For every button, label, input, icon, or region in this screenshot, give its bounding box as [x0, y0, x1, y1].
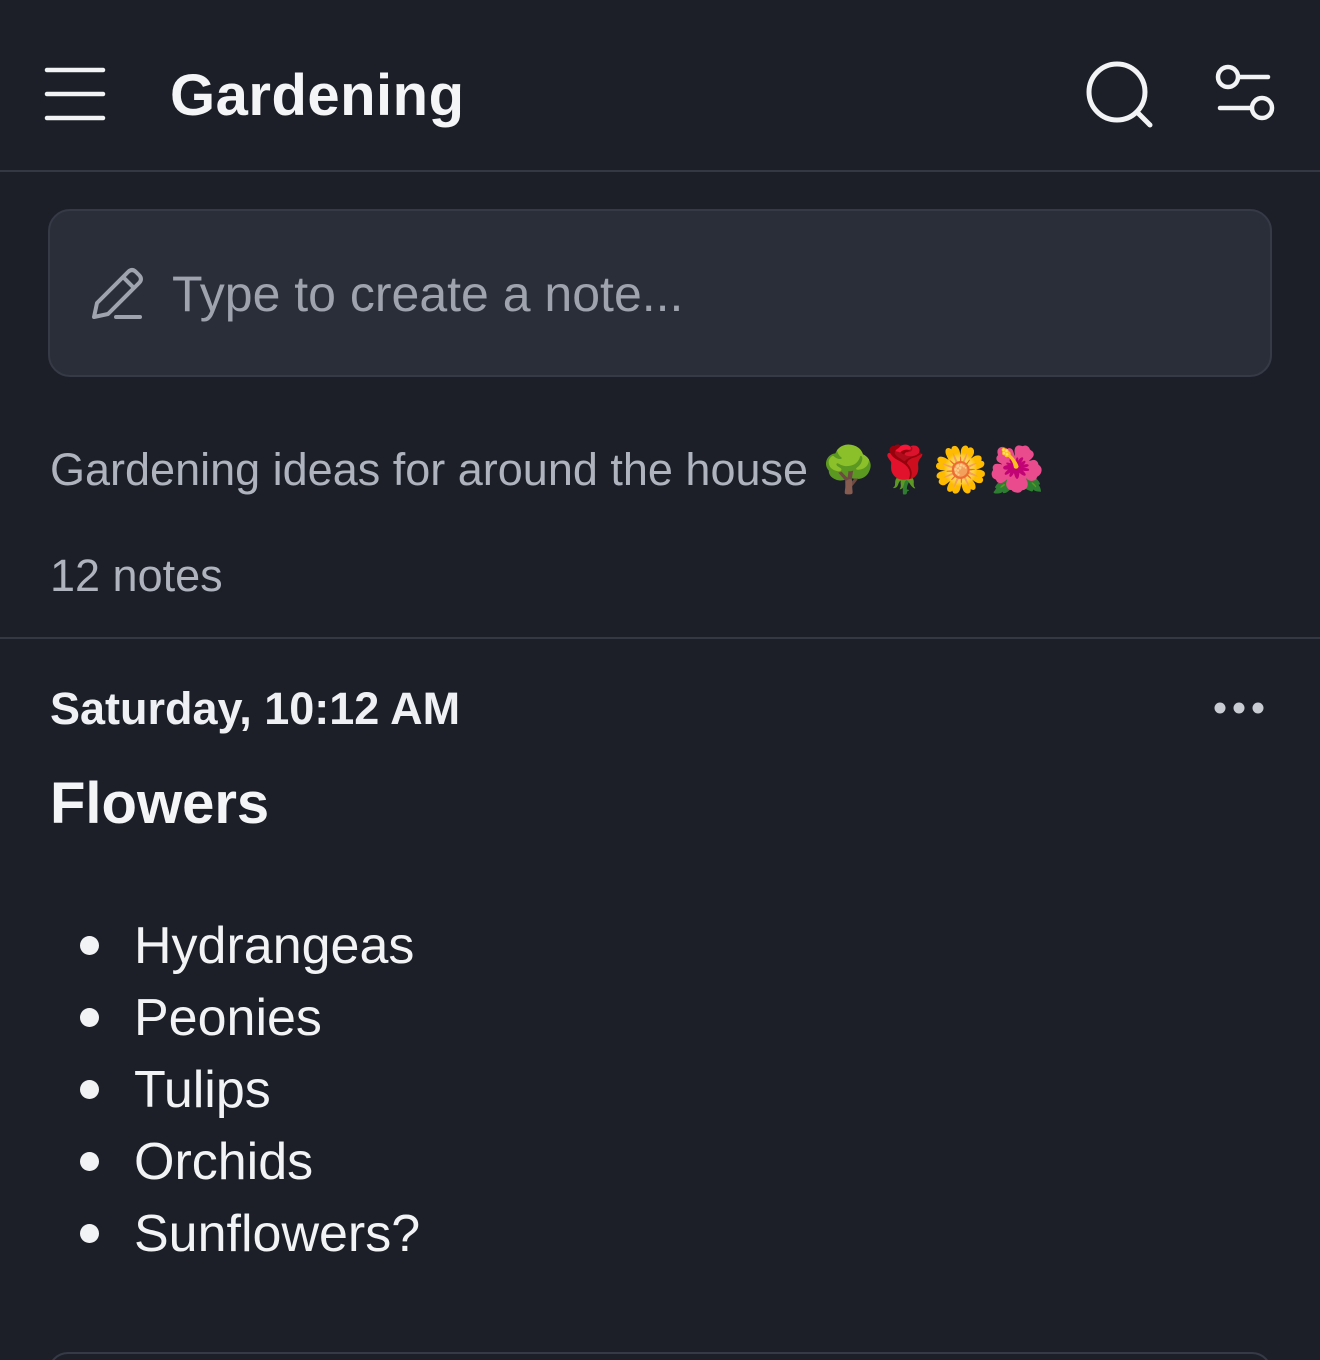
note-composer[interactable] — [48, 209, 1272, 377]
list-item: Peonies — [0, 982, 800, 1054]
search-button[interactable] — [1080, 58, 1160, 134]
pencil-icon — [92, 268, 143, 319]
app-root: Gardening Gardening ideas for around the… — [0, 0, 1320, 1360]
hamburger-menu-icon — [44, 67, 106, 121]
page-title: Gardening — [170, 63, 465, 128]
list-item-text: Peonies — [134, 989, 322, 1047]
note-timestamp: Saturday, 10:12 AM — [50, 683, 461, 734]
list-item: Sunflowers? — [0, 1198, 800, 1270]
note-bullet-list: Hydrangeas Peonies Tulips Orchids Sunflo… — [0, 910, 800, 1270]
bullet-icon — [80, 1224, 99, 1243]
top-app-bar: Gardening — [0, 0, 1320, 172]
list-item-text: Orchids — [134, 1133, 314, 1191]
more-horizontal-icon — [1214, 702, 1264, 714]
menu-button[interactable] — [40, 60, 112, 128]
bullet-icon — [80, 936, 99, 955]
bullet-icon — [80, 1008, 99, 1027]
note-input[interactable] — [170, 251, 1234, 337]
note-title[interactable]: Flowers — [50, 768, 269, 840]
note-count: 12 notes — [50, 550, 223, 601]
list-item: Orchids — [0, 1126, 800, 1198]
list-item: Hydrangeas — [0, 910, 800, 982]
list-item-text: Tulips — [134, 1061, 271, 1119]
search-icon — [1086, 61, 1153, 128]
list-item-text: Sunflowers? — [134, 1205, 421, 1263]
filter-button[interactable] — [1208, 60, 1284, 132]
notebook-description: Gardening ideas for around the house 🌳🌹🌼… — [50, 444, 1045, 495]
divider — [0, 637, 1320, 639]
bullet-icon — [80, 1080, 99, 1099]
bullet-icon — [80, 1152, 99, 1171]
filter-sliders-icon — [1215, 64, 1275, 121]
list-item-text: Hydrangeas — [134, 917, 415, 975]
next-note-card[interactable] — [48, 1352, 1272, 1360]
more-options-button[interactable] — [1200, 684, 1280, 732]
list-item: Tulips — [0, 1054, 800, 1126]
